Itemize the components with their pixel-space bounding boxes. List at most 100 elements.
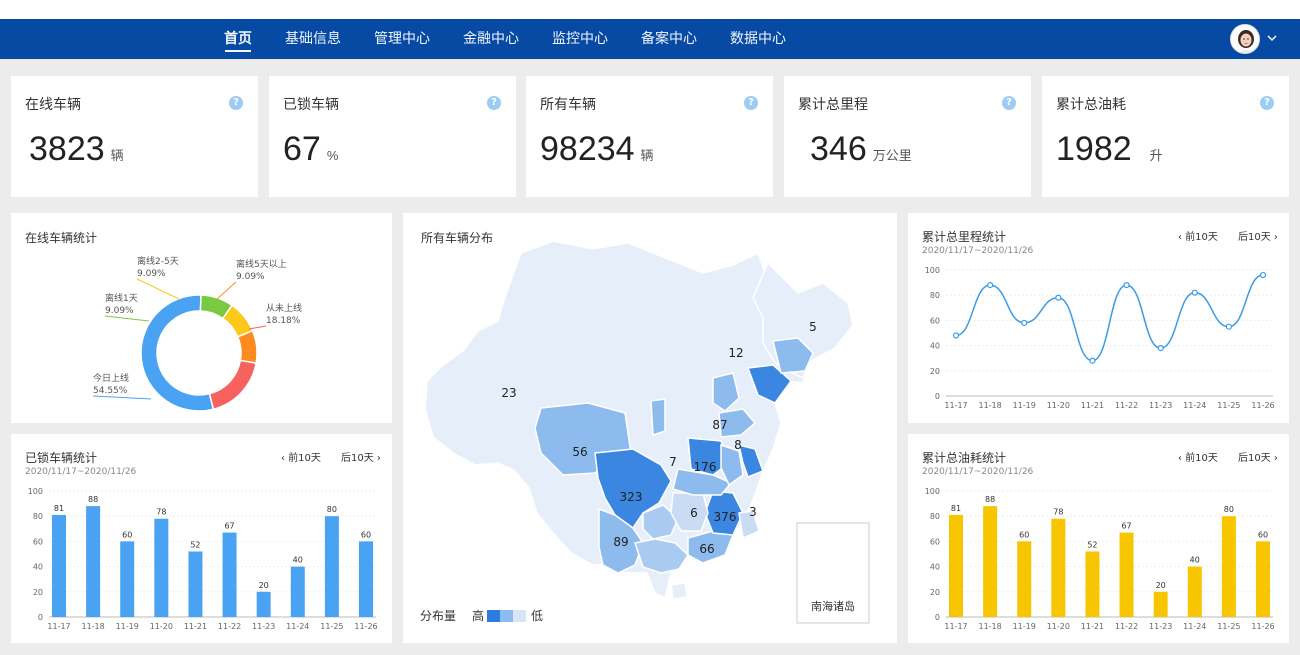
x-tick-label: 11-22 [1115, 622, 1138, 631]
nav-item-data[interactable]: 数据中心 [730, 19, 786, 59]
nav-item-filing[interactable]: 备案中心 [641, 19, 697, 59]
x-tick-label: 11-21 [1081, 622, 1104, 631]
y-tick-label: 60 [33, 537, 43, 546]
slice-leader-line [92, 395, 152, 400]
y-tick-label: 0 [38, 613, 43, 622]
slice-leader-line [216, 281, 237, 300]
bar [1221, 516, 1236, 617]
y-tick-label: 100 [28, 487, 43, 496]
x-tick-label: 11-25 [320, 622, 343, 631]
data-point [1259, 271, 1267, 279]
help-icon[interactable]: ? [229, 96, 243, 110]
data-point [1055, 294, 1062, 301]
chevron-down-icon[interactable] [1266, 32, 1278, 44]
region-value: 56 [572, 445, 587, 459]
stat-unit: 万公里 [872, 148, 912, 163]
x-tick-label: 11-22 [1115, 401, 1138, 410]
slice-percent: 9.09% [105, 306, 134, 316]
region-value: 323 [620, 490, 643, 504]
x-tick-label: 11-19 [1013, 622, 1036, 631]
x-tick-label: 11-25 [1217, 622, 1240, 631]
x-tick-label: 11-20 [1047, 622, 1070, 631]
x-tick-label: 11-23 [1149, 622, 1172, 631]
bar [1051, 518, 1066, 617]
nav-item-monitoring[interactable]: 监控中心 [552, 19, 608, 59]
x-tick-label: 11-17 [944, 401, 967, 410]
bar-value-label: 88 [985, 495, 995, 504]
help-icon[interactable]: ? [487, 96, 501, 110]
bar-value-label: 60 [1258, 530, 1268, 539]
legend-low: 低 [531, 609, 543, 623]
locked-stats-panel: 已锁车辆统计 2020/11/17~2020/11/26 ‹ 前10天 后10天… [11, 434, 392, 643]
vehicle-distribution-panel: 所有车辆分布 5 12 23 56 87 8 7 176 323 6 376 3… [403, 213, 897, 643]
bar-value-label: 20 [1156, 581, 1166, 590]
bar [1256, 541, 1270, 617]
stat-card-total-fuel: 累计总油耗 ? 1982 升 [1042, 76, 1289, 197]
x-tick-label: 11-26 [354, 622, 377, 631]
bar [188, 551, 203, 617]
help-icon[interactable]: ? [1260, 96, 1274, 110]
bar-value-label: 78 [156, 508, 166, 517]
bar-value-label: 81 [54, 504, 64, 513]
bar [222, 532, 237, 617]
stat-value: 346 万公里 [810, 130, 912, 169]
bar [86, 506, 101, 617]
region-value: 3 [749, 505, 757, 519]
bar [1017, 541, 1032, 617]
region-value: 89 [613, 535, 628, 549]
region-value: 87 [712, 418, 727, 432]
y-tick-label: 20 [930, 588, 940, 597]
y-tick-label: 80 [930, 512, 940, 521]
bar-value-label: 80 [327, 505, 337, 514]
stat-card-online-vehicles: 在线车辆 ? 3823 辆 [11, 76, 258, 197]
bar [1119, 532, 1134, 617]
region-value: 376 [714, 510, 737, 524]
bar-value-label: 67 [1121, 522, 1131, 531]
slice-label: 离线2-5天 [137, 255, 179, 267]
help-icon[interactable]: ? [1002, 96, 1016, 110]
slice-percent: 18.18% [266, 316, 301, 326]
x-tick-label: 11-20 [1047, 401, 1070, 410]
bar [256, 591, 271, 617]
nav-item-basic-info[interactable]: 基础信息 [285, 19, 341, 59]
bar [983, 506, 998, 617]
slice-percent: 54.55% [93, 386, 128, 396]
stat-title: 累计总里程 [798, 97, 868, 113]
y-tick-label: 80 [33, 512, 43, 521]
bar-value-label: 88 [88, 495, 98, 504]
bar [324, 516, 339, 617]
stat-title: 已锁车辆 [283, 97, 339, 113]
stat-number: 346 [810, 130, 867, 168]
nav-item-management[interactable]: 管理中心 [374, 19, 430, 59]
nav-item-home[interactable]: 首页 [224, 19, 252, 59]
x-tick-label: 11-18 [81, 622, 104, 631]
bar-value-label: 60 [122, 530, 132, 539]
user-avatar[interactable] [1230, 24, 1260, 54]
stat-unit: % [326, 148, 339, 163]
legend-swatch-high [487, 610, 500, 622]
bar [290, 566, 305, 617]
y-tick-label: 20 [33, 588, 43, 597]
region-value: 7 [669, 455, 677, 469]
y-tick-label: 40 [33, 563, 43, 572]
y-tick-label: 60 [930, 537, 940, 546]
y-tick-label: 60 [930, 316, 940, 325]
slice-leader-line [104, 315, 150, 322]
help-icon[interactable]: ? [744, 96, 758, 110]
bar-value-label: 40 [293, 556, 303, 565]
region-value: 8 [734, 438, 742, 452]
bar [359, 541, 373, 617]
stat-value: 1982 升 [1056, 130, 1163, 169]
series-line [955, 274, 1264, 362]
bar-value-label: 81 [951, 504, 961, 513]
x-tick-label: 11-23 [1149, 401, 1172, 410]
y-tick-label: 80 [930, 291, 940, 300]
region-value: 5 [809, 320, 817, 334]
nav-item-finance[interactable]: 金融中心 [463, 19, 519, 59]
slice-label: 从未上线 [266, 302, 302, 314]
bar-value-label: 52 [1087, 540, 1097, 549]
donut-chart: 今日上线 54.55% 离线1天 9.09% 离线2-5天 9.09% 离线5天以上 9.09… [92, 255, 302, 412]
stat-number: 3823 [29, 130, 105, 168]
region-value: 6 [690, 506, 698, 520]
inset-label: 南海诸岛 [811, 599, 855, 613]
